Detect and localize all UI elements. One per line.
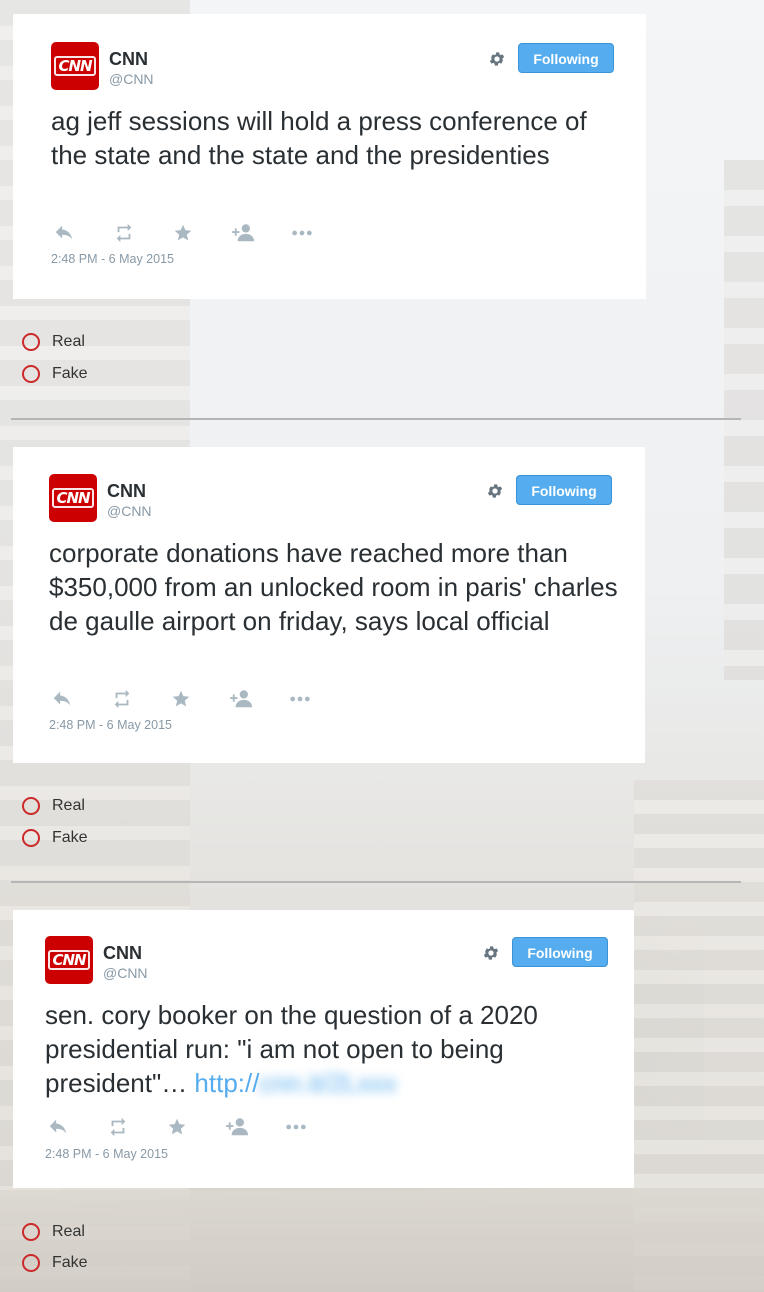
following-button[interactable]: Following bbox=[512, 937, 608, 967]
option-label: Fake bbox=[52, 365, 88, 382]
option-label: Fake bbox=[52, 1254, 88, 1271]
cnn-logo: CNN bbox=[54, 56, 96, 76]
more-icon[interactable] bbox=[290, 222, 314, 244]
tweet-card: CNN CNN @CNN Following sen. cory booker … bbox=[13, 910, 634, 1188]
tweet-timestamp[interactable]: 2:48 PM - 6 May 2015 bbox=[45, 1147, 168, 1161]
fake-option[interactable]: Fake bbox=[22, 1253, 88, 1273]
avatar[interactable]: CNN bbox=[51, 42, 99, 90]
follow-user-icon[interactable] bbox=[229, 688, 255, 710]
more-icon[interactable] bbox=[288, 688, 312, 710]
real-option[interactable]: Real bbox=[22, 796, 85, 816]
avatar[interactable]: CNN bbox=[45, 936, 93, 984]
account-handle[interactable]: @CNN bbox=[109, 71, 154, 87]
follow-user-icon[interactable] bbox=[225, 1116, 251, 1138]
more-icon[interactable] bbox=[284, 1116, 308, 1138]
option-label: Real bbox=[52, 797, 85, 814]
favorite-icon[interactable] bbox=[166, 1116, 188, 1138]
retweet-icon[interactable] bbox=[107, 1116, 129, 1138]
favorite-icon[interactable] bbox=[170, 688, 192, 710]
reply-icon[interactable] bbox=[51, 688, 73, 710]
tweet-body: ag jeff sessions will hold a press confe… bbox=[51, 106, 587, 170]
gear-icon[interactable] bbox=[488, 50, 506, 68]
tweet-actions bbox=[47, 1116, 327, 1138]
radio-button[interactable] bbox=[22, 365, 40, 383]
account-name[interactable]: CNN bbox=[107, 481, 146, 502]
tweet-card: CNN CNN @CNN Following ag jeff sessions … bbox=[13, 14, 646, 299]
account-handle[interactable]: @CNN bbox=[107, 503, 152, 519]
tweet-text: corporate donations have reached more th… bbox=[49, 536, 619, 638]
option-label: Real bbox=[52, 1223, 85, 1240]
favorite-icon[interactable] bbox=[172, 222, 194, 244]
tweet-actions bbox=[51, 688, 331, 710]
tweet-actions bbox=[53, 222, 333, 244]
divider bbox=[11, 881, 741, 883]
following-button[interactable]: Following bbox=[518, 43, 614, 73]
cnn-logo: CNN bbox=[48, 950, 90, 970]
tweet-text: ag jeff sessions will hold a press confe… bbox=[51, 104, 621, 172]
radio-button[interactable] bbox=[22, 797, 40, 815]
reply-icon[interactable] bbox=[53, 222, 75, 244]
real-option[interactable]: Real bbox=[22, 332, 85, 352]
tweet-timestamp[interactable]: 2:48 PM - 6 May 2015 bbox=[51, 252, 174, 266]
fake-option[interactable]: Fake bbox=[22, 828, 88, 848]
retweet-icon[interactable] bbox=[111, 688, 133, 710]
real-option[interactable]: Real bbox=[22, 1222, 85, 1242]
radio-button[interactable] bbox=[22, 1223, 40, 1241]
tweet-card: CNN CNN @CNN Following corporate donatio… bbox=[13, 447, 645, 763]
option-label: Fake bbox=[52, 829, 88, 846]
gear-icon[interactable] bbox=[486, 482, 504, 500]
radio-button[interactable] bbox=[22, 333, 40, 351]
option-label: Real bbox=[52, 333, 85, 350]
account-handle[interactable]: @CNN bbox=[103, 965, 148, 981]
tweet-text: sen. cory booker on the question of a 20… bbox=[45, 998, 615, 1100]
following-button[interactable]: Following bbox=[516, 475, 612, 505]
retweet-icon[interactable] bbox=[113, 222, 135, 244]
blurred-link[interactable]: cnn.it/2Lxxx bbox=[259, 1068, 396, 1098]
tweet-timestamp[interactable]: 2:48 PM - 6 May 2015 bbox=[49, 718, 172, 732]
account-name[interactable]: CNN bbox=[103, 943, 142, 964]
tweet-body: corporate donations have reached more th… bbox=[49, 538, 618, 636]
gear-icon[interactable] bbox=[482, 944, 500, 962]
cnn-logo: CNN bbox=[52, 488, 94, 508]
divider bbox=[11, 418, 741, 420]
follow-user-icon[interactable] bbox=[231, 222, 257, 244]
avatar[interactable]: CNN bbox=[49, 474, 97, 522]
tweet-link[interactable]: http:// bbox=[194, 1068, 259, 1098]
radio-button[interactable] bbox=[22, 1254, 40, 1272]
reply-icon[interactable] bbox=[47, 1116, 69, 1138]
account-name[interactable]: CNN bbox=[109, 49, 148, 70]
radio-button[interactable] bbox=[22, 829, 40, 847]
fake-option[interactable]: Fake bbox=[22, 364, 88, 384]
